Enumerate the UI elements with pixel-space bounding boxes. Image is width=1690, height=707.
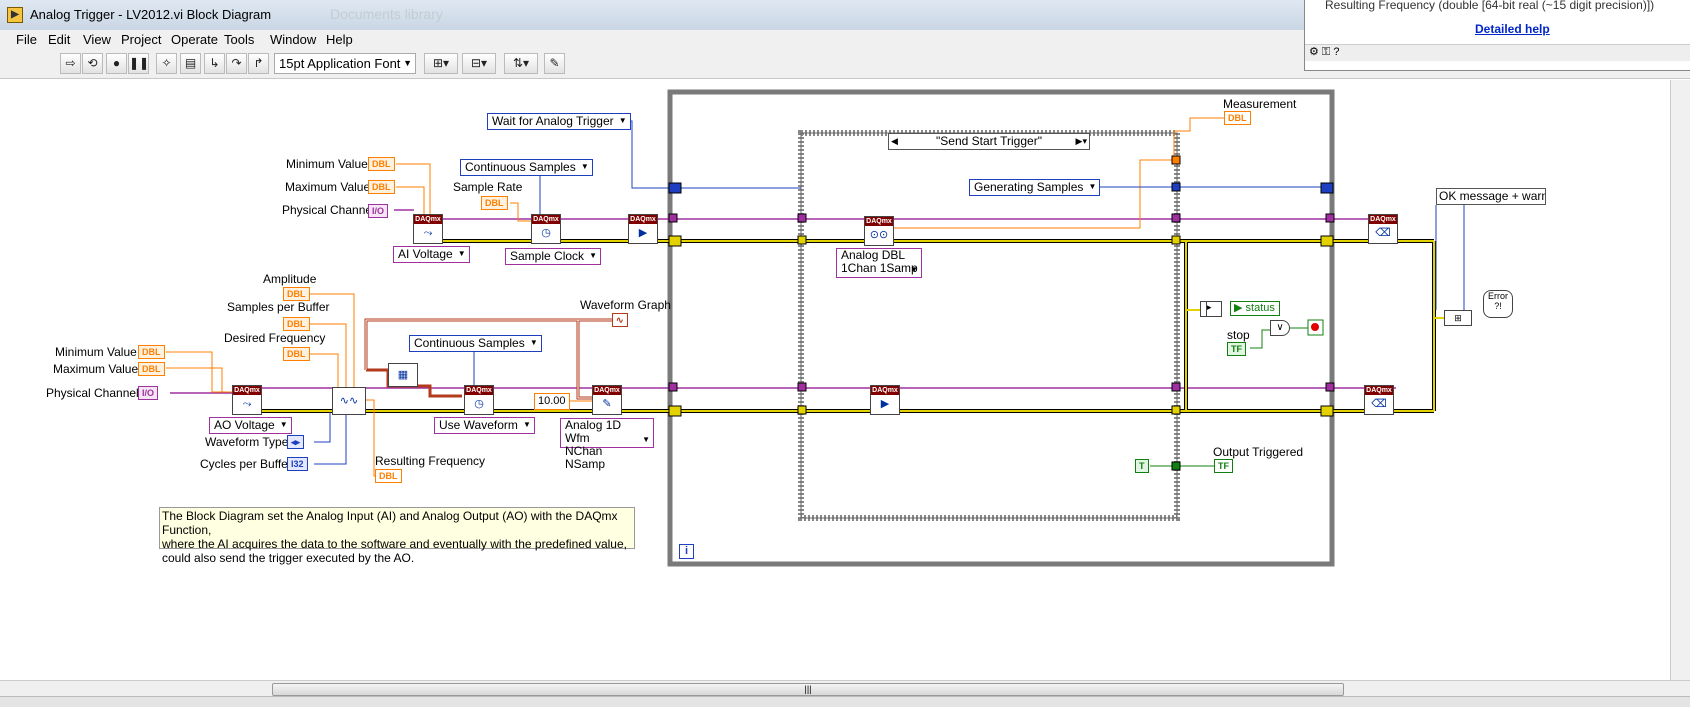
channel-icon: ⤳ [242,398,252,410]
status-indicator: ▶ status [1230,301,1280,316]
chevron-down-icon: ▼ [279,420,288,429]
analog-1d-wfm-ring[interactable]: Analog 1D Wfm NChan NSamp ▼ [560,418,654,471]
ai-physical-channel-label: Physical Channel [282,203,375,217]
basic-function-generator[interactable]: ∿∿ [332,387,366,415]
waveform-graph-label: Waveform Graph [580,298,671,312]
case-selector-right-arrow[interactable]: ▶▾ [1076,134,1087,149]
waveform-graph-indicator: ∿ [612,313,628,327]
daqmx-timing-ao[interactable]: DAQmx ◷ [464,385,494,415]
output-triggered-label: Output Triggered [1213,445,1304,459]
samples-per-buffer-control[interactable]: DBL [283,317,310,331]
case-selector[interactable]: ◀ "Send Start Trigger" ▶▾ [888,133,1090,150]
sample-rate-control[interactable]: DBL [481,196,508,210]
info-icon[interactable]: i [679,544,694,559]
wait-analog-trigger-ring[interactable]: Wait for Analog Trigger ▼ [487,113,631,130]
chevron-down-icon: ▼ [618,116,627,125]
analog-dbl-ring[interactable]: Analog DBL 1Chan 1Samp ▼ [836,248,922,278]
ao-min-value-control[interactable]: DBL [138,345,165,359]
daqmx-start-task-ai[interactable]: DAQmx ▶ [628,214,658,244]
simple-error-handler[interactable]: Error ?! [1483,290,1513,318]
sample-rate-label: Sample Rate [453,180,523,194]
horizontal-scrollbar[interactable]: ||| [0,680,1690,697]
generating-samples-ring[interactable]: Generating Samples ▼ [969,179,1101,196]
waveform-type-label: Waveform Type [205,435,289,449]
clock-icon: ◷ [541,227,551,239]
glasses-icon: ⊙⊙ [869,229,889,241]
chevron-down-icon: ▼ [642,435,650,444]
comment-line-2: where the AI acquires the data to the so… [162,537,627,551]
or-function[interactable]: ∨ [1270,320,1290,336]
chevron-down-icon: ▼ [1088,182,1097,191]
chevron-down-icon: ▼ [522,420,531,429]
ai-voltage-ring[interactable]: AI Voltage ▼ [393,246,470,263]
desired-frequency-label: Desired Frequency [224,331,326,345]
desired-frequency-control[interactable]: DBL [283,347,310,361]
daqmx-read-ai[interactable]: DAQmx ⊙⊙ [864,216,894,246]
ai-sample-mode-ring[interactable]: Continuous Samples ▼ [460,159,593,176]
measurement-label: Measurement [1223,97,1297,111]
unbundle-status-icon: ▸ [1206,301,1222,317]
eraser-icon: ⌫ [1375,227,1391,239]
ao-max-value-control[interactable]: DBL [138,362,165,376]
start-icon: ▶ [880,398,890,410]
chevron-down-icon: ▼ [589,251,598,260]
stop-label: stop [1227,328,1250,342]
ai-min-value-label: Minimum Value [286,157,368,171]
pencil-icon: ✎ [602,398,612,410]
stop-button-terminal[interactable]: TF [1227,342,1246,356]
daqmx-create-channel-ao[interactable]: DAQmx ⤳ [232,385,262,415]
ao-physical-channels-control[interactable]: I/O [138,386,159,400]
diagram-wires [166,89,1465,567]
vertical-scrollbar[interactable] [1670,80,1690,680]
chevron-down-icon: ▼ [580,162,589,171]
ao-min-value-label: Minimum Value [55,345,137,359]
chevron-down-icon: ▼ [457,249,466,258]
channel-icon: ⤳ [423,227,433,239]
comment-line-1: The Block Diagram set the Analog Input (… [162,509,618,537]
daqmx-stop-task-ai[interactable]: DAQmx ⌫ [1368,214,1398,244]
daqmx-timing-ai[interactable]: DAQmx ◷ [531,214,561,244]
grid-icon: ▦ [397,369,409,381]
waveform-type-control[interactable]: ◂▸ [287,435,305,449]
clock-icon: ◷ [474,398,484,410]
horizontal-scroll-thumb[interactable]: ||| [272,683,1344,696]
ai-physical-channel-control[interactable]: I/O [368,204,389,218]
chevron-down-icon: ▼ [910,265,918,274]
cycles-per-buffer-control[interactable]: I32 [287,457,308,471]
diagram-comment[interactable]: The Block Diagram set the Analog Input (… [159,507,635,565]
chevron-down-icon: ▼ [529,338,538,347]
ai-min-value-control[interactable]: DBL [368,157,395,171]
cycles-per-buffer-label: Cycles per Buffer [200,457,292,471]
daqmx-write-ao[interactable]: DAQmx ✎ [592,385,622,415]
daqmx-clear-task-ao[interactable]: DAQmx ⌫ [1364,385,1394,415]
start-icon: ▶ [638,227,648,239]
sample-clock-ring[interactable]: Sample Clock ▼ [505,248,602,265]
samples-per-buffer-label: Samples per Buffer [227,300,330,314]
timeout-numeric-constant[interactable]: 10.00 [534,393,570,410]
comment-line-3: could also send the trigger executed by … [162,551,415,565]
amplitude-control[interactable]: DBL [283,287,310,301]
ao-sample-mode-ring[interactable]: Continuous Samples ▼ [409,335,542,352]
resulting-frequency-indicator: DBL [375,469,402,483]
sine-wave-icon: ∿∿ [339,395,359,407]
ai-max-value-label: Maximum Value [285,180,371,194]
daqmx-create-channel-ai[interactable]: DAQmx ⤳ [413,214,443,244]
true-constant[interactable]: T [1135,459,1149,473]
ao-physical-channels-label: Physical Channels [46,386,145,400]
eraser-icon: ⌫ [1371,398,1387,410]
ao-voltage-ring[interactable]: AO Voltage ▼ [209,417,292,434]
ai-max-value-control[interactable]: DBL [368,180,395,194]
use-waveform-ring[interactable]: Use Waveform ▼ [434,417,535,434]
daqmx-start-task-ao[interactable]: DAQmx ▶ [870,385,900,415]
ao-max-value-label: Maximum Value [53,362,139,376]
status-bar [0,696,1690,707]
ok-message-string[interactable]: OK message + warnings [1436,188,1546,205]
output-triggered-indicator: TF [1214,459,1233,473]
resulting-frequency-label: Resulting Frequency [375,454,486,468]
amplitude-label: Amplitude [263,272,317,286]
merge-errors[interactable]: ⊞ [1444,310,1472,326]
case-selector-left-arrow[interactable]: ◀ [891,134,898,149]
measurement-indicator: DBL [1224,111,1251,125]
waveform-to-timing[interactable]: ▦ [388,363,418,387]
